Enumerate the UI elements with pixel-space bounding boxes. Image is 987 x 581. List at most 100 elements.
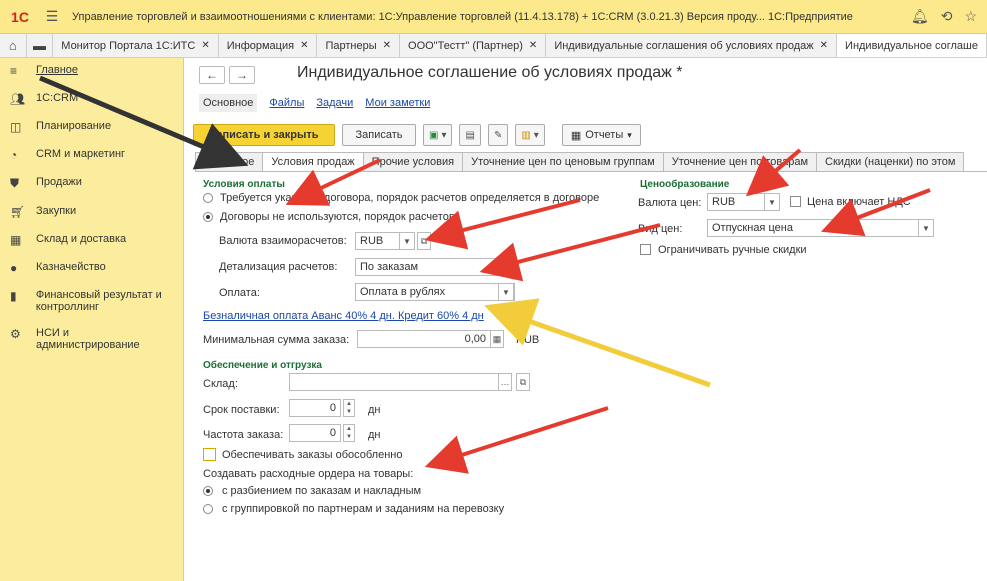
sidebar-item-label: CRM и маркетинг [36, 148, 126, 160]
price-currency-field[interactable]: RUB [707, 193, 765, 211]
history-icon[interactable]: ⟲ [941, 8, 953, 25]
close-icon[interactable]: ✕ [201, 40, 209, 51]
limit-manual-discounts-checkbox[interactable] [640, 244, 651, 255]
create-based-on-button[interactable]: ▣ ▾ [423, 124, 453, 146]
pie-chart-icon: ◔ [10, 148, 18, 162]
radio-split-orders[interactable] [203, 486, 213, 496]
shipping-section-title: Обеспечение и отгрузка [203, 360, 322, 371]
sidebar-item-purchases[interactable]: 🛒︎ Закупки [0, 197, 183, 225]
notification-bell-icon[interactable]: 🔔︎ [911, 8, 929, 25]
delivery-label: Срок поставки: [203, 404, 280, 416]
radio-split-orders-label: с разбиением по заказам и накладным [222, 485, 422, 497]
tab-price-goods[interactable]: Уточнение цен по товарам [662, 152, 818, 171]
sidebar-item-treasury[interactable]: ● Казначейство [0, 253, 183, 281]
delivery-days-field[interactable]: 0 [289, 399, 341, 417]
sidebar-item-crm-marketing[interactable]: ◔ CRM и маркетинг [0, 140, 183, 168]
open-tab[interactable]: Информация ✕ [219, 34, 318, 57]
sublink-main[interactable]: Основное [199, 94, 258, 112]
sublink-tasks[interactable]: Задачи [316, 94, 353, 112]
frequency-days-field[interactable]: 0 [289, 424, 341, 442]
includes-vat-checkbox[interactable] [790, 196, 801, 207]
tab-sales-conditions[interactable]: Условия продаж [262, 152, 364, 171]
min-sum-field[interactable]: 0,00 [357, 330, 491, 348]
frequency-unit: дн [368, 429, 381, 441]
chevron-down-icon: ▾ [441, 129, 447, 141]
open-tab-active[interactable]: Индивидуальное соглаше [837, 34, 987, 57]
chevron-down-icon[interactable]: ▼ [399, 232, 415, 250]
edit-button[interactable]: ✎ [487, 124, 509, 146]
settlement-detail-field[interactable]: По заказам [355, 258, 515, 276]
forward-arrow-icon[interactable]: → [229, 66, 255, 84]
reports-button[interactable]: ▦ Отчеты ▾ [561, 124, 641, 146]
chevron-down-icon[interactable]: ▼ [498, 283, 514, 301]
save-button[interactable]: Записать [342, 124, 416, 146]
chevron-down-icon: ▾ [627, 129, 632, 140]
tab-discounts[interactable]: Скидки (наценки) по этом [816, 152, 965, 171]
sidebar-item-label: Склад и доставка [36, 233, 127, 245]
currency-label: Валюта взаиморасчетов: [219, 235, 347, 247]
tab-main[interactable]: Основное [195, 152, 264, 171]
radio-contract-required-label: Требуется указание договора, порядок рас… [220, 192, 600, 204]
create-icon: ▣ [429, 129, 439, 141]
sidebar-item-label: Казначейство [36, 261, 106, 273]
radio-no-contracts[interactable] [203, 212, 213, 222]
attach-icon: ▥ [521, 129, 531, 141]
gear-icon: ⚙ [10, 327, 21, 341]
settlement-currency-field[interactable]: RUB [355, 232, 400, 250]
close-icon[interactable]: ✕ [820, 40, 828, 51]
calculator-icon[interactable]: ▦ [490, 330, 504, 348]
tab-other-conditions[interactable]: Прочие условия [362, 152, 464, 171]
open-icon[interactable]: ⧉ [417, 232, 431, 250]
open-tab[interactable]: Партнеры ✕ [317, 34, 401, 57]
price-type-field[interactable]: Отпускная цена [707, 219, 919, 237]
open-tab-label: Индивидуальное соглаше [845, 39, 978, 52]
open-tab[interactable]: Монитор Портала 1С:ИТС ✕ [53, 34, 219, 57]
open-tab[interactable]: ООО"Тестт" (Партнер) ✕ [400, 34, 547, 57]
main-menu-icon[interactable]: ☰ [40, 8, 64, 25]
separate-orders-checkbox[interactable] [203, 448, 216, 461]
open-tab-label: Индивидуальные соглашения об условиях пр… [554, 39, 814, 52]
sidebar-item-warehouse[interactable]: ▦ Склад и доставка [0, 225, 183, 253]
save-and-close-button[interactable]: Записать и закрыть [193, 124, 335, 146]
close-icon[interactable]: ✕ [300, 40, 308, 51]
sublink-files[interactable]: Файлы [269, 94, 304, 112]
cart-icon: 🛒︎ [10, 205, 26, 219]
detail-label: Детализация расчетов: [219, 261, 338, 273]
favorites-star-icon[interactable]: ☆ [964, 8, 977, 25]
payment-field[interactable]: Оплата в рублях [355, 283, 515, 301]
open-icon[interactable]: ⧉ [516, 373, 530, 391]
price-type-label: Вид цен: [638, 223, 683, 235]
sidebar-item-finance[interactable]: ▮ Финансовый результат и контроллинг [0, 281, 183, 319]
radio-contract-required[interactable] [203, 193, 213, 203]
orders-label: Создавать расходные ордера на товары: [203, 468, 414, 480]
tab-price-groups[interactable]: Уточнение цен по ценовым группам [462, 152, 664, 171]
stepper-icon[interactable]: ▲ ▼ [343, 399, 355, 417]
sidebar-item-sales[interactable]: ⛊ Продажи [0, 168, 183, 197]
warehouse-field[interactable] [289, 373, 499, 391]
back-arrow-icon[interactable]: ← [199, 66, 225, 84]
pricing-section-title: Ценообразование [640, 179, 730, 190]
sublink-notes[interactable]: Мои заметки [365, 94, 430, 112]
home-icon[interactable]: ⌂ [0, 34, 27, 57]
payment-schedule-link[interactable]: Безналичная оплата Аванс 40% 4 дн. Креди… [203, 310, 484, 322]
close-icon[interactable]: ✕ [529, 40, 537, 51]
radio-group-partners[interactable] [203, 504, 213, 514]
sidebar-item-nsi[interactable]: ⚙ НСИ и администрирование [0, 319, 183, 357]
sidebar-item-main[interactable]: ≡ Главное [0, 58, 183, 84]
close-icon[interactable]: ✕ [383, 40, 391, 51]
sidebar-item-planning[interactable]: ◫ Планирование [0, 112, 183, 140]
chevron-down-icon[interactable]: ▼ [498, 258, 514, 276]
sidebar-item-crm[interactable]: 👥︎ 1С:CRM [0, 84, 183, 112]
open-tab[interactable]: Индивидуальные соглашения об условиях пр… [546, 34, 838, 57]
frequency-label: Частота заказа: [203, 429, 284, 441]
sidebar: ≡ Главное 👥︎ 1С:CRM ◫ Планирование ◔ CRM и м… [0, 58, 184, 581]
ellipsis-icon[interactable]: … [498, 373, 512, 391]
list-icon: ▤ [465, 129, 475, 141]
open-tab-label: Информация [226, 39, 295, 52]
list-button[interactable]: ▤ [459, 124, 481, 146]
stepper-icon[interactable]: ▲ ▼ [343, 424, 355, 442]
chevron-down-icon[interactable]: ▼ [918, 219, 934, 237]
attach-button[interactable]: ▥ ▾ [515, 124, 545, 146]
chevron-down-icon[interactable]: ▼ [764, 193, 780, 211]
messages-icon[interactable]: ▬ [27, 34, 54, 57]
